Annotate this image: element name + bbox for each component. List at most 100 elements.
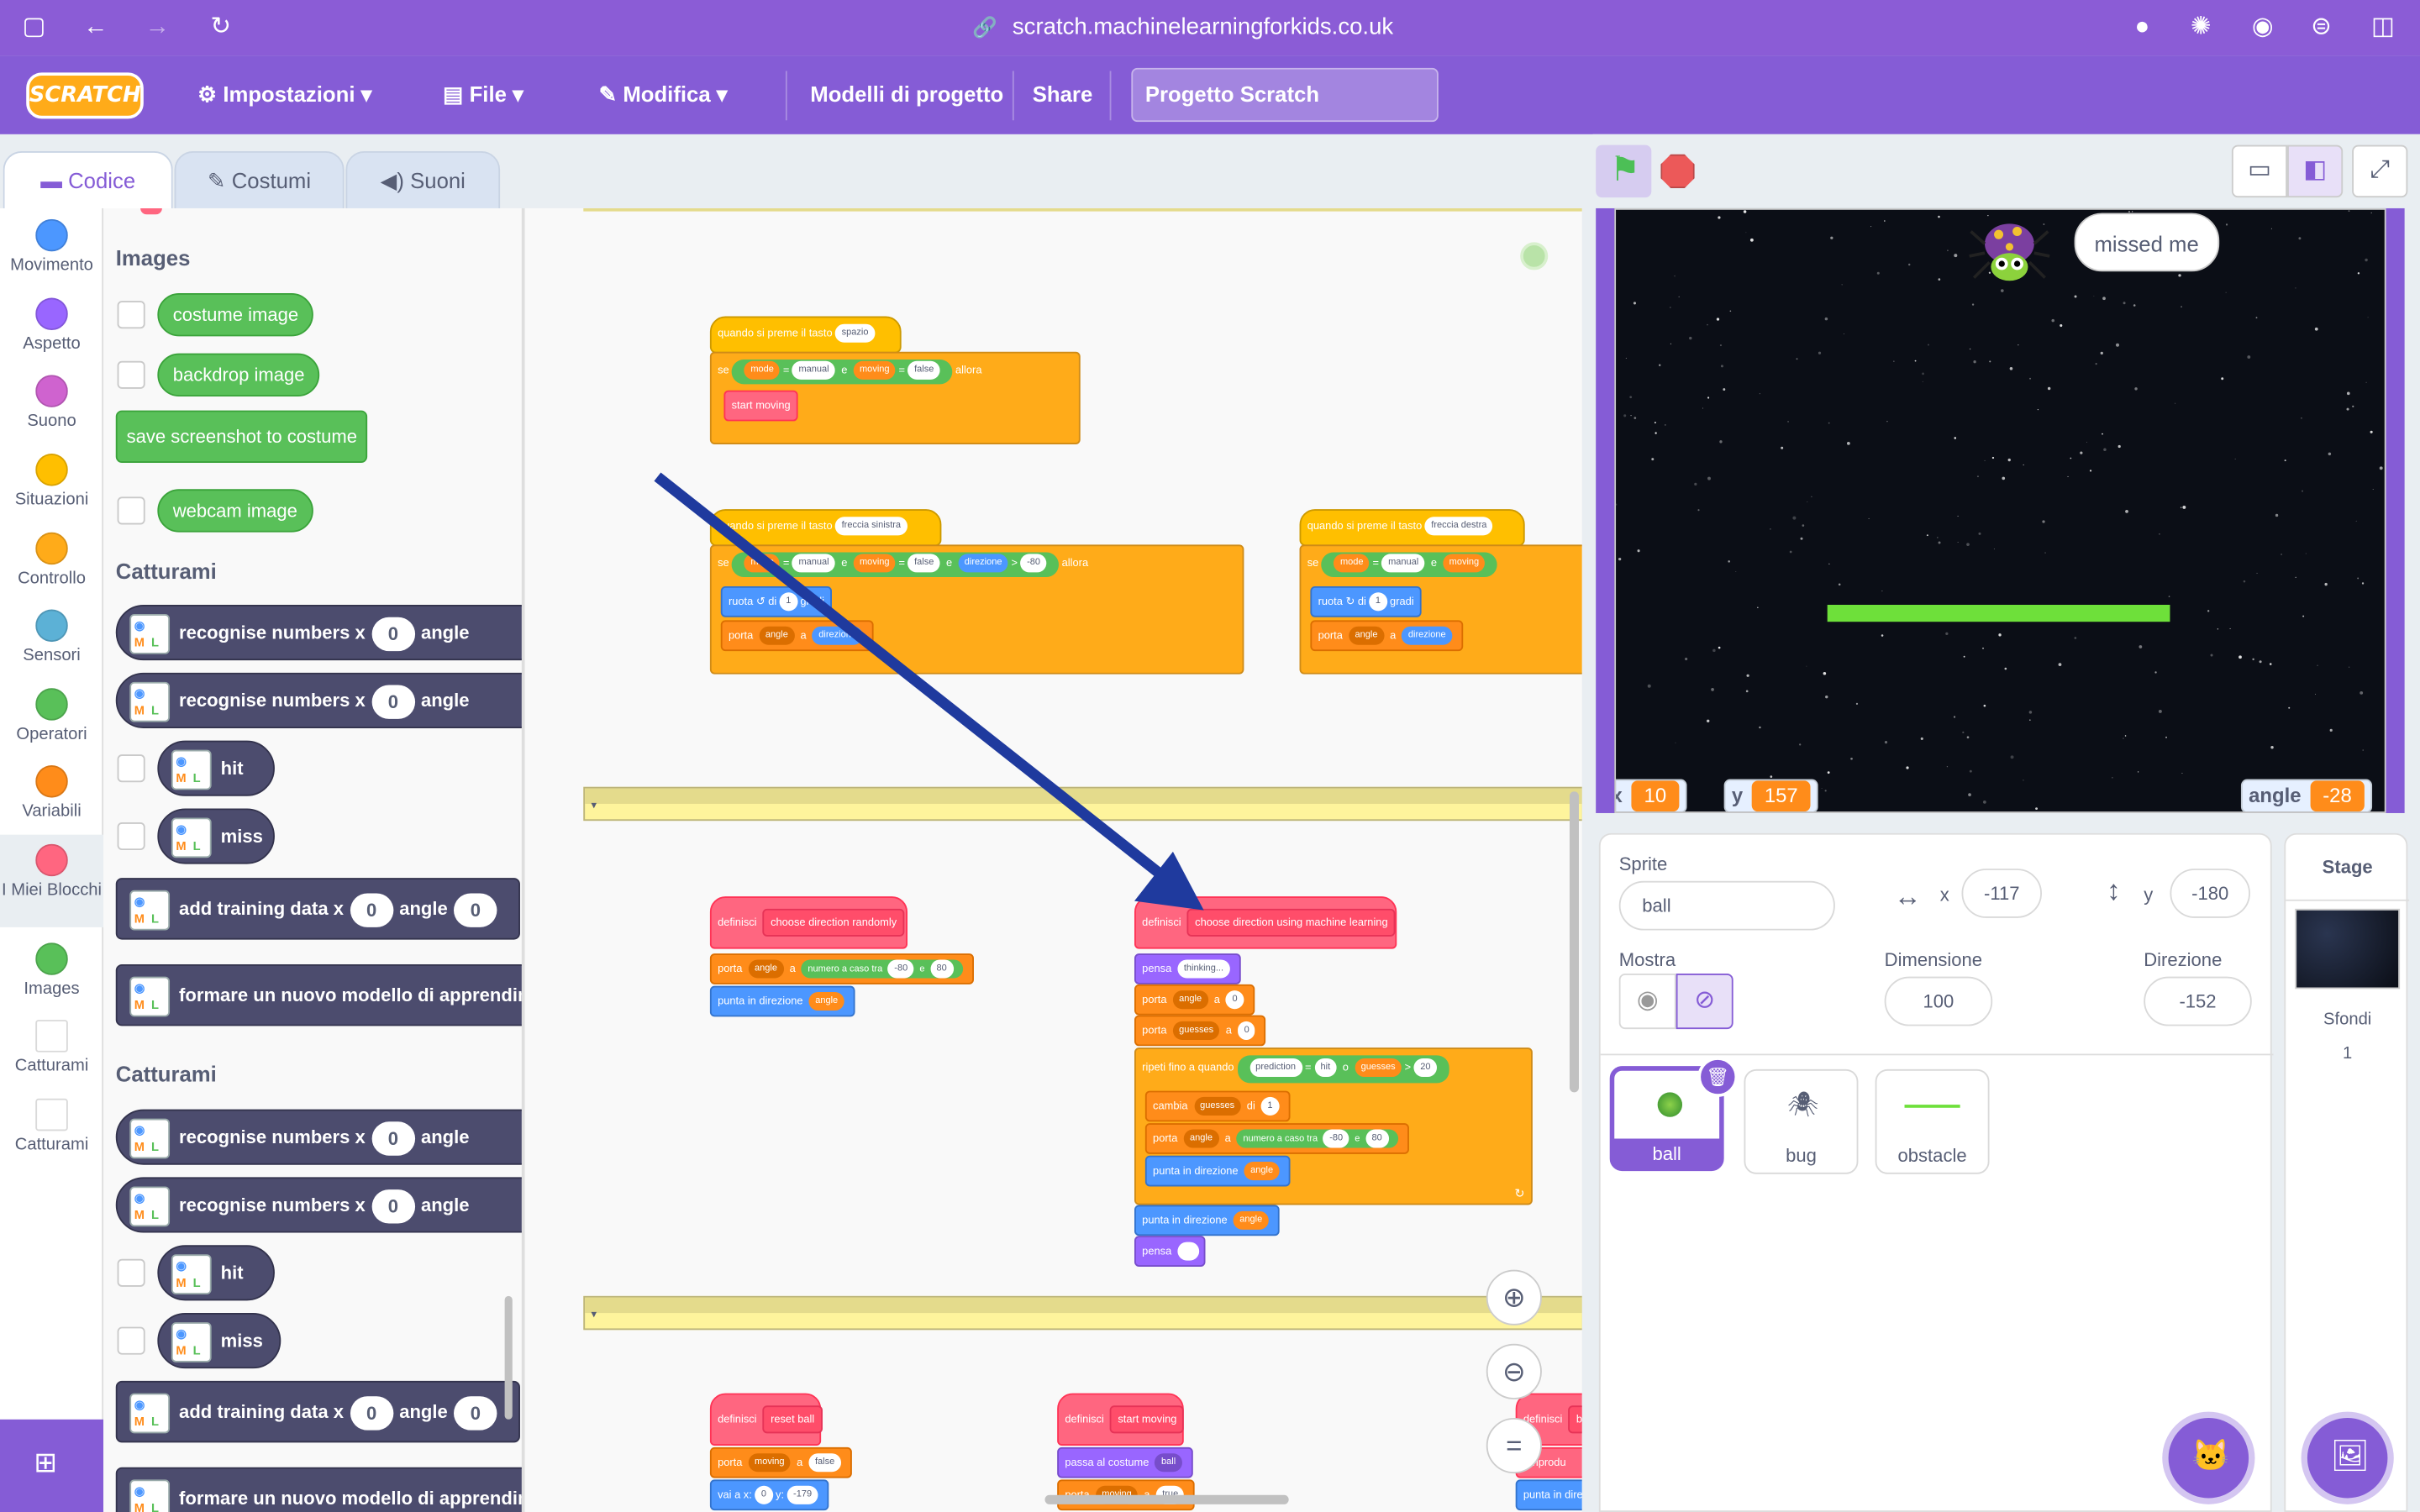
sprite-x-input[interactable]: -117 (1961, 869, 2043, 918)
category-events[interactable]: Situazioni (0, 454, 103, 509)
checkbox[interactable] (117, 822, 145, 851)
checkbox[interactable] (117, 1258, 145, 1287)
number-input[interactable]: 0 (454, 893, 497, 927)
block-label: x (355, 1194, 366, 1216)
tab-code[interactable]: ▬ Codice (3, 151, 173, 210)
sprite-direction-input[interactable]: -152 (2144, 976, 2252, 1026)
stop-button[interactable] (1660, 154, 1695, 189)
show-sprite-button[interactable]: ◉ (1618, 973, 1676, 1030)
add-training-data-block[interactable]: ◉ M Ladd training data x 0 angle 0 (115, 1380, 520, 1443)
large-stage-button[interactable]: ◧ (2287, 144, 2344, 198)
share-button[interactable]: Share (1033, 79, 1092, 110)
save-screenshot-block[interactable]: save screenshot to costume (115, 410, 368, 464)
recognise-numbers-block[interactable]: ◉ M L recognise numbers x 0 angle (115, 605, 522, 661)
star (1966, 543, 1970, 547)
checkbox[interactable] (117, 360, 145, 389)
number-input[interactable]: 0 (350, 893, 393, 927)
large-stage-icon: ◧ (2303, 157, 2327, 184)
category-variables[interactable]: Variabili (0, 765, 103, 821)
x-label: x (1939, 884, 1949, 906)
cookie-icon[interactable]: ✺ (2186, 13, 2217, 44)
hide-sprite-button[interactable]: ⊘ (1676, 973, 1733, 1030)
fullscreen-button[interactable]: ⤢ (2352, 144, 2408, 198)
costume-image-block[interactable]: costume image (157, 292, 314, 337)
forward-arrow-icon[interactable]: → (142, 13, 173, 44)
recognise-numbers-block[interactable]: ◉ M L recognise numbers x 0 angle (115, 1109, 522, 1165)
sprite-name-input[interactable]: ball (1618, 880, 1835, 931)
sidebar-toggle-icon[interactable]: ▢ (18, 13, 50, 44)
sprite-y-input[interactable]: -180 (2170, 869, 2250, 918)
sprite-tile-ball[interactable]: ball 🗑 (1609, 1057, 1739, 1172)
project-title-input[interactable]: Progetto Scratch (1131, 67, 1439, 123)
category-sensing[interactable]: Sensori (0, 609, 103, 665)
star (2346, 391, 2350, 396)
number-input[interactable]: 0 (371, 617, 415, 651)
reload-icon[interactable]: ↻ (205, 13, 236, 44)
choose-sprite-button[interactable]: 🐱 (2168, 1417, 2249, 1499)
delete-sprite-button[interactable]: 🗑 (1697, 1057, 1739, 1097)
sprite-info-panel: Sprite ball ↔ x -117 ↕ y -180 Mostra ◉ ⊘… (1598, 832, 2274, 1512)
stage-title: Stage (2322, 856, 2373, 879)
category-motion[interactable]: Movimento (0, 218, 103, 275)
miss-block[interactable]: ◉ M L miss (157, 808, 275, 864)
split-view-icon[interactable]: ◫ (2368, 13, 2399, 44)
category-sound[interactable]: Suono (0, 375, 103, 430)
sprite-size-input[interactable]: 100 (1884, 976, 1993, 1026)
train-model-block[interactable]: ◉ M L formare un nuovo modello di apprendim (115, 963, 522, 1026)
recognise-numbers-block[interactable]: ◉ M L recognise numbers x 0 angle (115, 672, 522, 728)
star (2000, 289, 2004, 292)
stage-canvas[interactable]: missed me x 10 y 157 angle -28 (1614, 207, 2386, 813)
sprite-tile-obstacle[interactable]: obstacle (1875, 1068, 1990, 1174)
settings-menu[interactable]: ⚙ Impostazioni ▾ (197, 79, 371, 110)
back-arrow-icon[interactable]: ← (81, 13, 112, 44)
number-input[interactable]: 0 (454, 1395, 497, 1431)
extension-icon-3[interactable]: ⊜ (2306, 13, 2337, 44)
add-extension-button[interactable]: ⊞ (0, 1419, 104, 1512)
recognise-numbers-block[interactable]: ◉ M L recognise numbers x 0 angle (115, 1177, 522, 1233)
hit-block[interactable]: ◉ M L hit (157, 740, 275, 796)
small-stage-button[interactable]: ▭ (2231, 144, 2288, 198)
add-training-data-block[interactable]: ◉ M Ladd training data x 0 angle 0 (115, 878, 520, 940)
checkbox[interactable] (117, 1326, 145, 1355)
category-my-blocks[interactable]: I Miei Blocchi (0, 834, 104, 927)
star (2362, 749, 2364, 751)
extension-icon-2[interactable]: ◉ (2247, 13, 2278, 44)
x-monitor[interactable]: x 10 (1616, 779, 1687, 812)
number-input[interactable]: 0 (371, 685, 415, 719)
green-flag-button[interactable]: ⚑ (1596, 144, 1652, 198)
number-input[interactable]: 0 (371, 1121, 415, 1156)
checkbox[interactable] (117, 301, 145, 329)
choose-backdrop-button[interactable]: 🖼 (2307, 1417, 2388, 1499)
edit-menu[interactable]: ✎ Modifica ▾ (599, 79, 728, 110)
category-images[interactable]: Images (0, 942, 103, 998)
category-operators[interactable]: Operatori (0, 688, 103, 743)
category-catturami-2[interactable]: Catturami (0, 1098, 103, 1154)
backdrop-image-block[interactable]: backdrop image (157, 353, 320, 397)
angle-monitor[interactable]: angle -28 (2240, 779, 2372, 812)
train-model-block[interactable]: ◉ M L formare un nuovo modello di apprendim (115, 1467, 522, 1512)
stage-target-panel[interactable]: Stage Sfondi 1 🖼 (2284, 832, 2410, 1512)
checkbox[interactable] (117, 754, 145, 783)
sprite-tile-bug[interactable]: 🕷 bug (1744, 1068, 1859, 1174)
palette-scrollbar[interactable] (504, 1295, 513, 1420)
category-looks[interactable]: Aspetto (0, 297, 103, 354)
extension-icon[interactable]: ● (2127, 13, 2158, 44)
address-bar[interactable]: scratch.machinelearningforkids.co.uk (1013, 13, 1393, 44)
checkbox[interactable] (117, 496, 145, 525)
miss-block[interactable]: ◉ M L miss (157, 1313, 281, 1369)
star (1718, 646, 1721, 649)
category-control[interactable]: Controllo (0, 532, 103, 588)
number-input[interactable]: 0 (371, 1189, 415, 1224)
category-catturami[interactable]: Catturami (0, 1020, 103, 1075)
number-input[interactable]: 0 (350, 1395, 393, 1431)
webcam-image-block[interactable]: webcam image (157, 489, 313, 533)
scratch-logo[interactable]: SCRATCH (26, 72, 144, 119)
file-menu[interactable]: ▤ File ▾ (443, 79, 523, 110)
tab-sounds[interactable]: ◀) Suoni (345, 151, 501, 210)
code-workspace[interactable]: quando si preme il tasto spazio se mode = m… (523, 207, 1582, 1512)
y-monitor[interactable]: y 157 (1723, 779, 1818, 812)
project-templates-menu[interactable]: Modelli di progetto (810, 79, 1003, 110)
tab-costumes[interactable]: ✎ Costumi (174, 151, 345, 210)
hit-block[interactable]: ◉ M L hit (157, 1245, 275, 1301)
star (1978, 532, 1981, 535)
